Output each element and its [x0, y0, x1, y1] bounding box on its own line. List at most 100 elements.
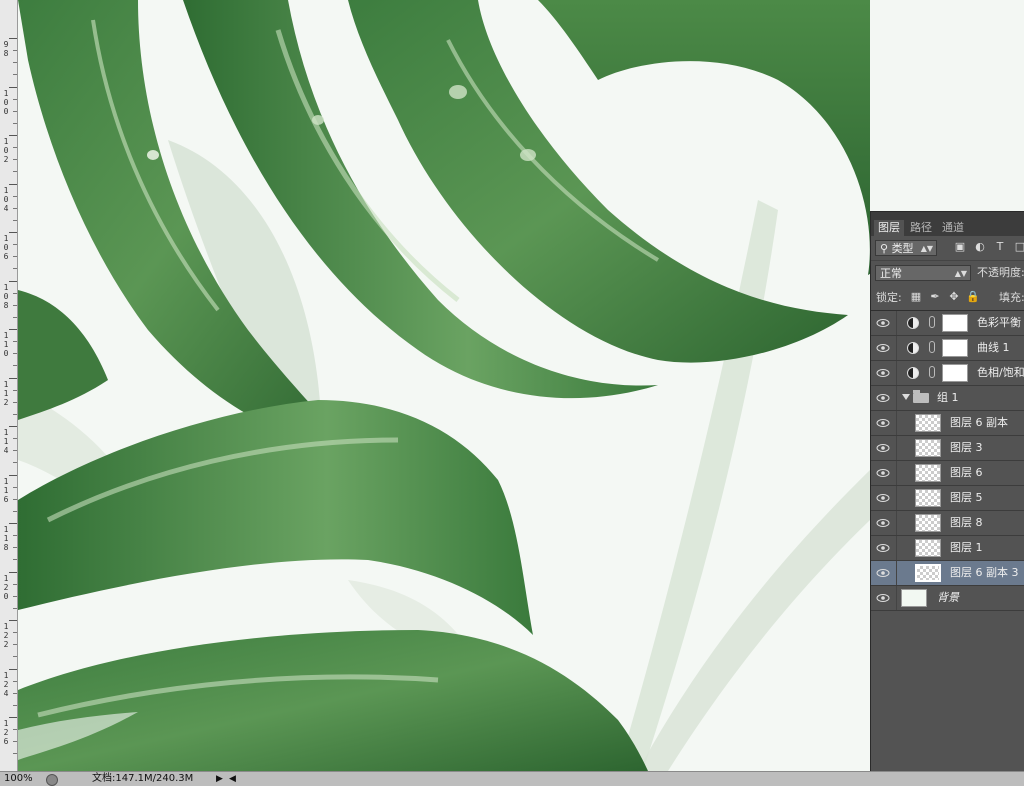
layer-thumbnail[interactable]	[915, 414, 941, 432]
mask-link-icon[interactable]	[929, 341, 935, 353]
ruler-major-tick	[9, 378, 17, 379]
ruler-minor-tick	[13, 159, 17, 160]
status-arrow-icon[interactable]: ▶	[216, 773, 223, 785]
ruler-minor-tick	[13, 390, 17, 391]
ruler-label: 120	[3, 574, 9, 601]
layer-thumbnail[interactable]	[915, 489, 941, 507]
adjustment-layer-icon	[907, 317, 919, 329]
visibility-eye-icon[interactable]	[876, 541, 890, 555]
layer-name[interactable]: 图层 3	[950, 436, 983, 460]
layer-mask-thumbnail[interactable]	[942, 314, 968, 332]
ruler-minor-tick	[13, 487, 17, 488]
status-menu-icon[interactable]	[46, 774, 58, 786]
ruler-minor-tick	[13, 123, 17, 124]
lock-move-icon[interactable]: ✥	[947, 290, 961, 304]
filter-row: ⚲ 类型 ▲▼ ▣ ◐ T □	[871, 236, 1024, 261]
visibility-eye-icon[interactable]	[876, 391, 890, 405]
layer-row[interactable]: 图层 5	[871, 486, 1024, 511]
layer-name[interactable]: 图层 6 副本	[950, 411, 1008, 435]
tab-layers[interactable]: 图层	[874, 220, 904, 236]
background-layer-row[interactable]: 背景	[871, 586, 1024, 611]
ruler-minor-tick	[13, 693, 17, 694]
ruler-label: 114	[3, 428, 9, 455]
layer-name[interactable]: 组 1	[937, 386, 959, 410]
layer-row[interactable]: 色彩平衡	[871, 311, 1024, 336]
blend-mode-dropdown[interactable]: 正常 ▲▼	[875, 265, 971, 281]
dropdown-arrow-icon: ▲▼	[920, 244, 933, 253]
lock-paint-icon[interactable]: ✒	[928, 290, 942, 304]
visibility-eye-icon[interactable]	[876, 466, 890, 480]
lock-transparent-icon[interactable]: ▦	[909, 290, 923, 304]
layer-name[interactable]: 色彩平衡	[977, 311, 1021, 335]
layer-row[interactable]: 色相/饱和	[871, 361, 1024, 386]
visibility-eye-icon[interactable]	[876, 591, 890, 605]
layer-name[interactable]: 图层 6	[950, 461, 983, 485]
layer-thumbnail[interactable]	[915, 564, 941, 582]
type-icon[interactable]: T	[993, 240, 1007, 254]
layer-name[interactable]: 图层 1	[950, 536, 983, 560]
ruler-major-tick	[9, 135, 17, 136]
layer-mask-thumbnail[interactable]	[942, 339, 968, 357]
layer-thumbnail[interactable]	[901, 589, 927, 607]
visibility-eye-icon[interactable]	[876, 441, 890, 455]
zoom-level[interactable]: 100%	[4, 773, 33, 785]
layer-thumbnail[interactable]	[915, 514, 941, 532]
layer-row[interactable]: 图层 1	[871, 536, 1024, 561]
vertical-ruler[interactable]: 98 100 102 104 106 108 110 112 114 116 118 120 122 12…	[0, 0, 18, 771]
visibility-eye-icon[interactable]	[876, 316, 890, 330]
ruler-minor-tick	[13, 220, 17, 221]
layer-name[interactable]: 图层 8	[950, 511, 983, 535]
ruler-label: 110	[3, 331, 9, 358]
ruler-major-tick	[9, 620, 17, 621]
folder-icon	[913, 390, 929, 403]
layer-mask-thumbnail[interactable]	[942, 364, 968, 382]
ruler-minor-tick	[13, 208, 17, 209]
scroll-left-icon[interactable]: ◀	[229, 773, 236, 785]
document-canvas[interactable]	[18, 0, 870, 771]
layer-group-row[interactable]: 组 1	[871, 386, 1024, 411]
visibility-eye-icon[interactable]	[876, 366, 890, 380]
layer-name[interactable]: 色相/饱和	[977, 361, 1024, 385]
visibility-eye-icon[interactable]	[876, 491, 890, 505]
ruler-minor-tick	[13, 305, 17, 306]
layer-row[interactable]: 图层 8	[871, 511, 1024, 536]
filter-kind-dropdown[interactable]: ⚲ 类型 ▲▼	[875, 240, 937, 256]
layer-row[interactable]: 曲线 1	[871, 336, 1024, 361]
layer-name[interactable]: 曲线 1	[977, 336, 1010, 360]
ruler-label: 102	[3, 137, 9, 164]
ruler-label: 108	[3, 283, 9, 310]
lock-all-icon[interactable]: 🔒	[966, 290, 980, 304]
image-icon[interactable]: ▣	[953, 240, 967, 254]
layer-row[interactable]: 图层 3	[871, 436, 1024, 461]
layer-thumbnail[interactable]	[915, 464, 941, 482]
ruler-minor-tick	[13, 499, 17, 500]
layer-name[interactable]: 图层 6 副本 3	[950, 561, 1019, 585]
panel-tab-bar: 图层 路径 通道	[871, 212, 1024, 236]
visibility-eye-icon[interactable]	[876, 341, 890, 355]
shape-icon[interactable]: □	[1013, 240, 1024, 254]
ruler-major-tick	[9, 38, 17, 39]
ruler-major-tick	[9, 426, 17, 427]
layer-name[interactable]: 背景	[937, 586, 959, 610]
visibility-eye-icon[interactable]	[876, 566, 890, 580]
adjustment-icon[interactable]: ◐	[973, 240, 987, 254]
tab-channels[interactable]: 通道	[938, 220, 968, 236]
layer-row[interactable]: 图层 6 副本	[871, 411, 1024, 436]
ruler-minor-tick	[13, 741, 17, 742]
ruler-minor-tick	[13, 729, 17, 730]
expand-arrow-icon[interactable]	[902, 394, 910, 400]
layer-thumbnail[interactable]	[915, 539, 941, 557]
ruler-minor-tick	[13, 559, 17, 560]
visibility-eye-icon[interactable]	[876, 516, 890, 530]
layer-name[interactable]: 图层 5	[950, 486, 983, 510]
layer-thumbnail[interactable]	[915, 439, 941, 457]
ruler-minor-tick	[13, 353, 17, 354]
layer-row[interactable]: 图层 6	[871, 461, 1024, 486]
tab-paths[interactable]: 路径	[906, 220, 936, 236]
mask-link-icon[interactable]	[929, 366, 935, 378]
layer-row-selected[interactable]: 图层 6 副本 3	[871, 561, 1024, 586]
ruler-minor-tick	[13, 50, 17, 51]
mask-link-icon[interactable]	[929, 316, 935, 328]
visibility-eye-icon[interactable]	[876, 416, 890, 430]
ruler-minor-tick	[13, 341, 17, 342]
